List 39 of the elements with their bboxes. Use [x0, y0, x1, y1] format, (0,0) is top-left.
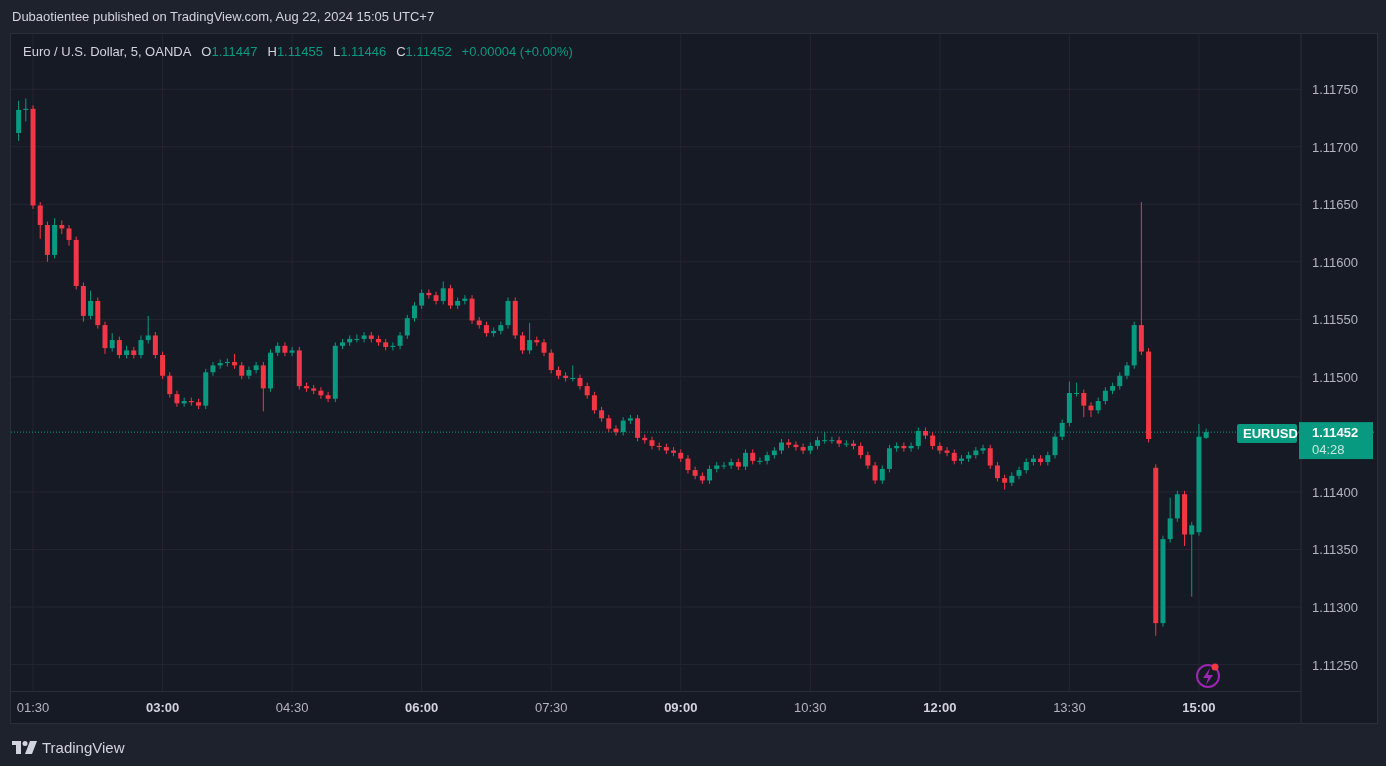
price-label: 1.11700: [1312, 139, 1359, 155]
lightning-icon: [1196, 663, 1220, 688]
symbol-title: Euro / U.S. Dollar, 5, OANDA: [23, 44, 192, 59]
price-label: 1.11600: [1312, 254, 1359, 270]
price-badge: 1.11452 04:28: [1299, 422, 1373, 460]
candle: [779, 438, 784, 455]
brand-name: TradingView: [42, 739, 125, 756]
logo-icon: [12, 741, 38, 754]
ohlc-value: O1.11447: [201, 44, 258, 59]
candle: [304, 382, 309, 393]
candle: [340, 338, 345, 350]
time-label: 09:00: [664, 700, 698, 715]
time-label: 15:00: [1182, 700, 1216, 715]
time-label: 01:30: [16, 700, 50, 715]
price-label: 1.11550: [1312, 312, 1359, 328]
price-label: 1.11400: [1312, 484, 1359, 500]
time-label: 10:30: [794, 700, 827, 715]
price-change: +0.00004 (+0.00%): [461, 44, 573, 59]
price-label: 1.11750: [1312, 82, 1359, 98]
publisher-line: Dubaotientee published on TradingView.com, Aug 22, 2024 15:05 UTC+7: [11, 8, 436, 26]
price-label: 1.11650: [1312, 197, 1359, 213]
candle: [376, 334, 381, 347]
time-label: 12:00: [923, 700, 957, 715]
candle: [815, 436, 820, 450]
candle: [851, 439, 856, 450]
time-label: 06:00: [405, 700, 439, 715]
time-label: 04:30: [275, 700, 309, 715]
time-label: 13:30: [1053, 700, 1086, 715]
ref-line-label: 1.11452: [1312, 425, 1359, 441]
price-label: 1.11250: [1312, 657, 1359, 673]
price-label: 1.11350: [1312, 542, 1359, 558]
time-label: 07:30: [534, 700, 568, 715]
ohlc-value: C1.11452: [396, 44, 452, 59]
price-label: 1.11500: [1312, 369, 1359, 385]
ohlc-value: H1.11455: [267, 44, 323, 59]
time-label: 03:00: [145, 700, 180, 715]
ohlc-value: L1.11446: [332, 44, 387, 59]
symbol-badge: EURUSD: [1237, 424, 1298, 444]
price-label: 1.11300: [1312, 600, 1359, 615]
